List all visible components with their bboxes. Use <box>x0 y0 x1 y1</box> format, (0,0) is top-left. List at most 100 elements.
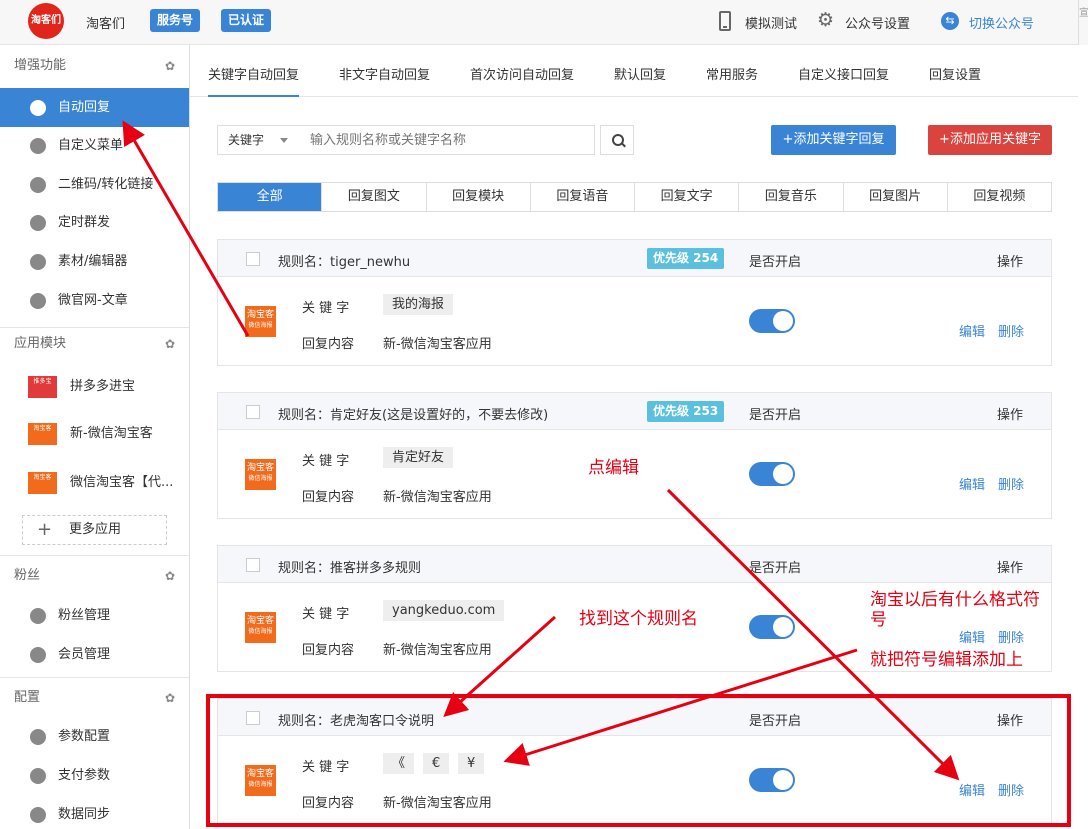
pencil-icon <box>30 254 46 270</box>
delete-link[interactable]: 删除 <box>998 474 1024 493</box>
annotation-taobao-note-1: 淘宝以后有什么格式符 <box>870 590 1040 610</box>
edit-link[interactable]: 编辑 <box>959 474 985 493</box>
operation-label: 操作 <box>997 561 1024 576</box>
sidebar-item-custom-menu[interactable]: 自定义菜单 <box>0 126 189 165</box>
keyword-tag: 《 <box>383 753 415 774</box>
search-button[interactable] <box>600 125 634 155</box>
section-apps: 应用模块 ✿ <box>0 325 189 363</box>
annotation-click-edit: 点编辑 <box>588 458 639 478</box>
tab-bar: 关键字自动回复 非文字自动回复 首次访问自动回复 默认回复 常用服务 自定义接口… <box>190 45 1078 97</box>
edit-link[interactable]: 编辑 <box>959 627 985 646</box>
gear-icon[interactable]: ✿ <box>165 679 175 717</box>
section-enhance: 增强功能 ✿ <box>0 47 189 85</box>
service-badge: 服务号 <box>150 9 201 32</box>
edit-link[interactable]: 编辑 <box>959 780 985 799</box>
add-keyword-button[interactable]: +添加关键字回复 <box>771 125 896 155</box>
sidebar-item-materials[interactable]: 素材/编辑器 <box>0 242 189 281</box>
gear-icon[interactable]: ✿ <box>165 47 175 85</box>
tab-common-services[interactable]: 常用服务 <box>706 45 758 97</box>
enable-toggle[interactable] <box>749 309 795 333</box>
sidebar-item-label: 粉丝管理 <box>58 608 111 623</box>
sidebar-item-label: 自定义菜单 <box>58 138 124 153</box>
sidebar-item-label: 二维码/转化链接 <box>58 177 154 192</box>
filter-module[interactable]: 回复模块 <box>427 183 531 211</box>
sidebar-item-micro-site[interactable]: 微官网-文章 <box>0 281 189 320</box>
sidebar-item-member-manage[interactable]: 会员管理 <box>0 635 189 674</box>
tab-first-visit-reply[interactable]: 首次访问自动回复 <box>470 45 574 97</box>
section-header: 增强功能 ✿ <box>0 47 189 85</box>
account-logo: 淘客们 <box>28 3 64 39</box>
section-header: 应用模块 ✿ <box>0 325 189 363</box>
sidebar-item-data-sync[interactable]: 数据同步 <box>0 795 189 829</box>
enable-label: 是否开启 <box>749 255 802 270</box>
sidebar-item-label: 支付参数 <box>58 768 111 783</box>
enable-toggle[interactable] <box>749 768 795 792</box>
tab-default-reply[interactable]: 默认回复 <box>614 45 666 97</box>
sidebar-item-wx-tbk-agent[interactable]: 淘宝客 微信淘宝客【代... <box>0 463 189 502</box>
filter-image[interactable]: 回复图片 <box>844 183 948 211</box>
divider <box>0 677 189 678</box>
filter-all[interactable]: 全部 <box>218 183 323 211</box>
sidebar-item-label: 新-微信淘宝客 <box>70 426 153 441</box>
thumb-title: 淘宝客 <box>246 310 274 320</box>
delete-link[interactable]: 删除 <box>998 321 1024 340</box>
thumb-title: 淘宝客 <box>246 463 274 473</box>
thumb-title: 淘宝客 <box>246 616 274 626</box>
heart-icon <box>30 647 46 663</box>
more-apps-button[interactable]: + 更多应用 <box>22 515 167 545</box>
tab-non-text-reply[interactable]: 非文字自动回复 <box>339 45 430 97</box>
sidebar-item-qrcode[interactable]: 二维码/转化链接 <box>0 165 189 204</box>
keyword-tag: € <box>423 753 450 774</box>
tab-keyword-reply[interactable]: 关键字自动回复 <box>208 45 300 97</box>
sidebar-item-scheduled-send[interactable]: 定时群发 <box>0 203 189 242</box>
section-title: 应用模块 <box>14 336 67 351</box>
sidebar-item-wx-tbk[interactable]: 淘宝客 新-微信淘宝客 <box>0 414 189 453</box>
sidebar-item-pay-params[interactable]: 支付参数 <box>0 756 189 795</box>
filter-voice[interactable]: 回复语音 <box>531 183 635 211</box>
account-settings-link[interactable]: 公众号设置 <box>845 13 910 32</box>
taobaoke-thumb: 淘宝客 微信海报 <box>245 459 276 490</box>
tab-reply-settings[interactable]: 回复设置 <box>929 45 981 97</box>
priority-badge: 优先级 254 <box>647 248 725 269</box>
filter-music[interactable]: 回复音乐 <box>739 183 844 211</box>
enable-label: 是否开启 <box>749 561 802 576</box>
delete-link[interactable]: 删除 <box>998 627 1024 646</box>
taobaoke-app-icon: 淘宝客 <box>28 423 57 445</box>
rule-checkbox[interactable] <box>246 711 260 725</box>
filter-rich-media[interactable]: 回复图文 <box>322 183 427 211</box>
sidebar-item-fans-manage[interactable]: 粉丝管理 <box>0 596 189 635</box>
rule-checkbox[interactable] <box>246 558 260 572</box>
switch-account-link[interactable]: 切换公众号 <box>969 13 1034 32</box>
rule-checkbox[interactable] <box>246 252 260 266</box>
rule-checkbox[interactable] <box>246 405 260 419</box>
delete-link[interactable]: 删除 <box>998 780 1024 799</box>
enable-toggle[interactable] <box>749 462 795 486</box>
filter-video[interactable]: 回复视频 <box>948 183 1051 211</box>
reply-value: 新-微信淘宝客应用 <box>383 337 492 352</box>
rule-header: 规则名：老虎淘客口令说明 是否开启 操作 <box>218 699 1051 736</box>
sidebar-item-label: 会员管理 <box>58 647 111 662</box>
sim-test-link[interactable]: 模拟测试 <box>745 13 797 32</box>
add-app-keyword-button[interactable]: +添加应用关键字 <box>928 125 1052 155</box>
sidebar-item-pdd[interactable]: 推多宝 拼多多进宝 <box>0 367 189 406</box>
keyword-tag: yangkeduo.com <box>383 600 505 621</box>
sidebar-item-params[interactable]: 参数配置 <box>0 717 189 756</box>
tab-custom-api-reply[interactable]: 自定义接口回复 <box>798 45 889 97</box>
enable-label: 是否开启 <box>749 714 802 729</box>
annotation-taobao-note-2: 号 <box>870 610 887 630</box>
search-input[interactable] <box>298 125 595 155</box>
section-header: 配置 ✿ <box>0 679 189 717</box>
reply-label: 回复内容 <box>302 337 355 352</box>
enable-toggle[interactable] <box>749 615 795 639</box>
section-title: 粉丝 <box>14 568 41 583</box>
edit-link[interactable]: 编辑 <box>959 321 985 340</box>
filter-select[interactable]: 关键字 <box>217 125 299 155</box>
verified-badge: 已认证 <box>221 9 272 32</box>
gear-icon[interactable]: ✿ <box>165 557 175 595</box>
filter-text[interactable]: 回复文字 <box>635 183 740 211</box>
sidebar-item-auto-reply[interactable]: 自动回复 <box>0 88 189 127</box>
thumb-subtitle: 微信海报 <box>248 628 273 635</box>
annotation-add-symbol: 就把符号编辑添加上 <box>870 650 1023 670</box>
thumb-subtitle: 微信海报 <box>248 475 273 482</box>
gear-icon[interactable]: ✿ <box>165 325 175 363</box>
